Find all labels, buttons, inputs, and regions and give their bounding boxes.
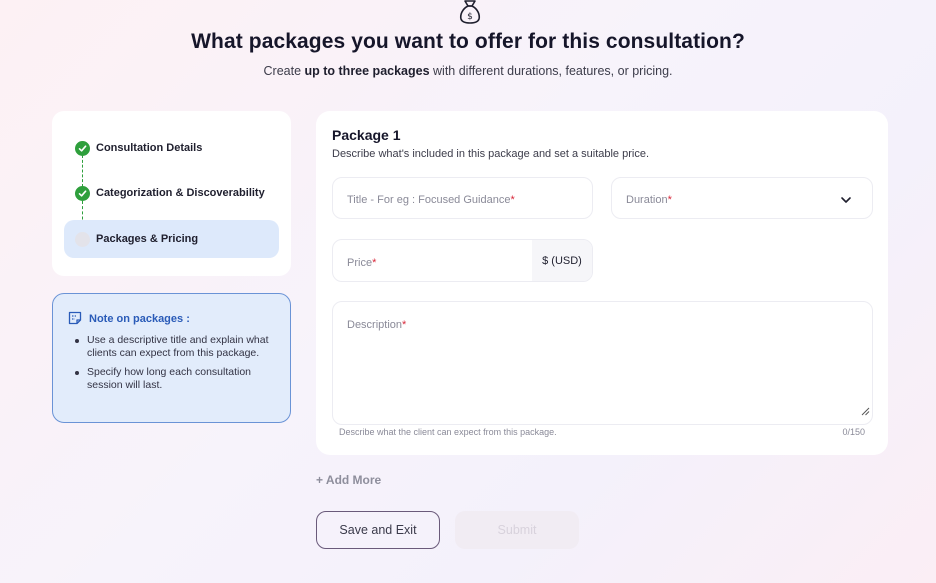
currency-label: $ (USD) <box>532 240 592 281</box>
description-textarea[interactable]: Description* <box>332 301 873 425</box>
note-card: Note on packages : Use a descriptive tit… <box>52 293 291 423</box>
char-counter: 0/150 <box>842 427 865 437</box>
note-list: Use a descriptive title and explain what… <box>73 334 278 398</box>
pending-dot-icon <box>75 232 90 247</box>
step-packages-pricing[interactable]: Packages & Pricing <box>64 220 279 258</box>
step-consultation-details[interactable]: Consultation Details <box>64 129 279 167</box>
step-label: Packages & Pricing <box>96 233 199 245</box>
note-item: Use a descriptive title and explain what… <box>73 334 278 360</box>
submit-button[interactable]: Submit <box>455 511 579 549</box>
step-label: Categorization & Discoverability <box>96 187 265 199</box>
duration-placeholder: Duration* <box>626 194 672 206</box>
title-placeholder: Title - For eg : Focused Guidance* <box>347 194 515 206</box>
add-more-link[interactable]: + Add More <box>316 473 381 487</box>
package-description: Describe what's included in this package… <box>332 148 650 160</box>
progress-stepper: Consultation Details Categorization & Di… <box>52 111 291 276</box>
page-title: What packages you want to offer for this… <box>191 30 745 53</box>
svg-text:$: $ <box>467 12 473 22</box>
description-placeholder: Description* <box>347 319 407 331</box>
package-card: Package 1 Describe what's included in th… <box>316 111 888 455</box>
description-helper-text: Describe what the client can expect from… <box>339 427 557 437</box>
step-categorization[interactable]: Categorization & Discoverability <box>64 174 279 212</box>
checkmark-icon <box>75 141 90 156</box>
chevron-down-icon[interactable] <box>840 193 852 211</box>
price-placeholder: Price* <box>347 257 377 269</box>
note-title: Note on packages : <box>89 313 190 325</box>
page-subtitle: Create up to three packages with differe… <box>263 64 673 78</box>
note-item: Specify how long each consultation sessi… <box>73 366 278 392</box>
checkmark-icon <box>75 186 90 201</box>
resize-handle-icon[interactable] <box>860 403 870 421</box>
duration-select[interactable]: Duration* <box>611 177 873 219</box>
step-label: Consultation Details <box>96 142 203 154</box>
price-input[interactable]: Price* $ (USD) <box>332 239 593 282</box>
money-bag-icon: $ <box>457 0 483 24</box>
note-icon <box>67 310 83 331</box>
package-title-input[interactable]: Title - For eg : Focused Guidance* <box>332 177 593 219</box>
save-and-exit-button[interactable]: Save and Exit <box>316 511 440 549</box>
package-title: Package 1 <box>332 127 401 143</box>
